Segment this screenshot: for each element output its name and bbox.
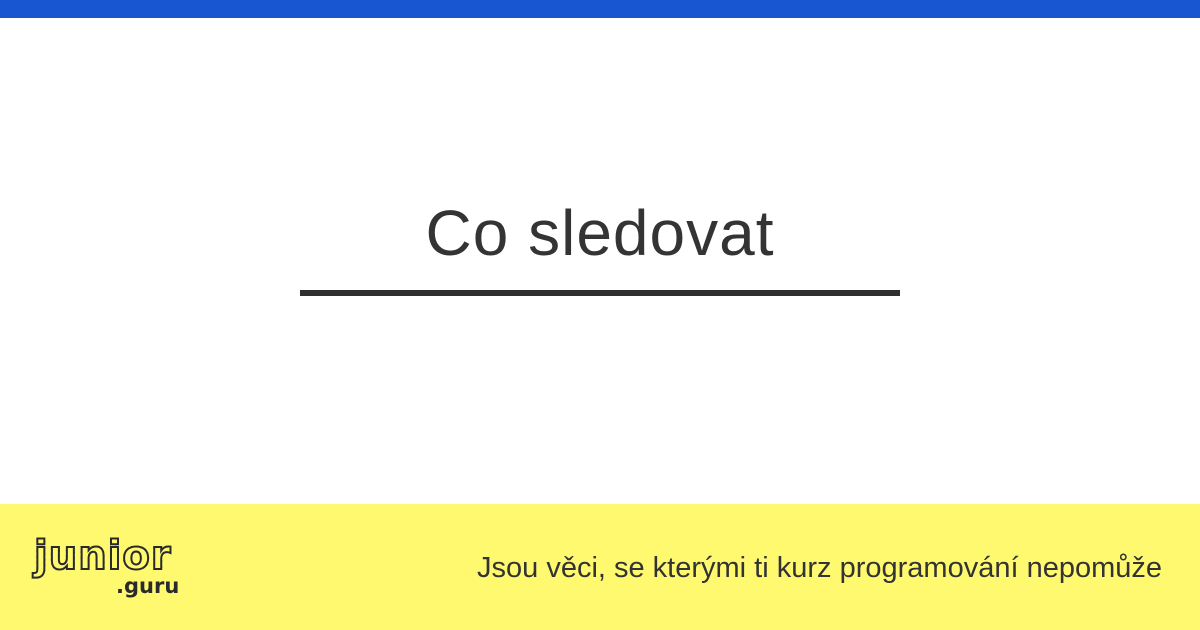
footer-banner: junior .guru Jsou věci, se kterými ti ku… bbox=[0, 504, 1200, 630]
logo-wordmark: junior bbox=[33, 533, 172, 579]
title-underline bbox=[300, 290, 900, 296]
junior-guru-logo: junior .guru bbox=[33, 533, 194, 604]
main-area: Co sledovat bbox=[0, 18, 1200, 504]
top-accent-bar bbox=[0, 0, 1200, 18]
tagline: Jsou věci, se kterými ti kurz programová… bbox=[477, 552, 1162, 584]
page-title: Co sledovat bbox=[425, 197, 775, 269]
logo-domain: .guru bbox=[116, 574, 180, 598]
